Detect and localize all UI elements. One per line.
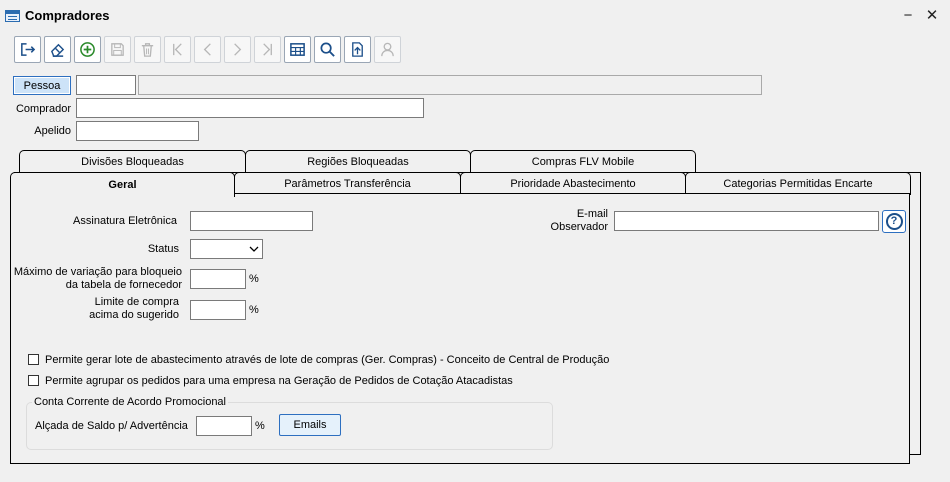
- max-variacao-label-line2: da tabela de fornecedor: [65, 279, 182, 291]
- delete-button[interactable]: [134, 36, 161, 63]
- assinatura-label: Assinatura Eletrônica: [73, 215, 177, 227]
- search-icon: [320, 42, 335, 57]
- tab-divisoes-bloqueadas[interactable]: Divisões Bloqueadas: [19, 150, 246, 173]
- tab-categorias-permitidas-encarte[interactable]: Categorias Permitidas Encarte: [685, 172, 911, 195]
- next-icon: [234, 43, 242, 56]
- grid-icon: [290, 43, 305, 56]
- add-button[interactable]: [74, 36, 101, 63]
- email-observador-input[interactable]: [614, 211, 879, 231]
- title-bar: [0, 0, 950, 32]
- max-variacao-label: Máximo de variação para bloqueio da tabe…: [10, 266, 182, 292]
- email-label-line2: Observador: [550, 221, 608, 233]
- window-title: Compradores: [25, 8, 110, 23]
- tab-prioridade-abastecimento[interactable]: Prioridade Abastecimento: [460, 172, 686, 195]
- first-record-button[interactable]: [164, 36, 191, 63]
- checkbox-agrupar-pedidos[interactable]: [28, 375, 39, 386]
- status-select[interactable]: [190, 239, 263, 259]
- alcada-input[interactable]: [196, 416, 252, 436]
- delete-icon: [141, 43, 154, 57]
- close-button[interactable]: ✕: [922, 6, 942, 26]
- help-icon: ?: [885, 213, 903, 230]
- apelido-input[interactable]: [76, 121, 199, 141]
- add-icon: [80, 42, 95, 57]
- help-button[interactable]: ?: [882, 210, 906, 233]
- tab-parametros-transferencia[interactable]: Parâmetros Transferência: [234, 172, 461, 195]
- limite-compra-percent: %: [249, 304, 259, 316]
- status-label: Status: [147, 243, 179, 255]
- limite-compra-label-line2: acima do sugerido: [89, 309, 179, 321]
- first-icon: [173, 43, 182, 56]
- last-icon: [263, 43, 272, 56]
- exit-icon: [21, 43, 36, 56]
- chevron-down-icon: [249, 246, 259, 252]
- user-icon: [381, 42, 394, 57]
- save-icon: [111, 43, 124, 56]
- eraser-icon: [51, 43, 65, 57]
- tab-compras-flv-mobile[interactable]: Compras FLV Mobile: [470, 150, 696, 173]
- app-window-icon: [5, 10, 20, 22]
- tab-regioes-bloqueadas[interactable]: Regiões Bloqueadas: [245, 150, 471, 173]
- email-observador-label: E-mail Observador: [540, 208, 608, 234]
- pessoa-code-input[interactable]: [76, 75, 136, 95]
- save-button[interactable]: [104, 36, 131, 63]
- active-tab-joint: [11, 192, 234, 195]
- last-record-button[interactable]: [254, 36, 281, 63]
- limite-compra-label-line1: Limite de compra: [94, 296, 179, 308]
- exit-button[interactable]: [14, 36, 41, 63]
- limite-compra-label: Limite de compra acima do sugerido: [10, 296, 179, 322]
- search-button[interactable]: [314, 36, 341, 63]
- minimize-button[interactable]: −: [898, 6, 918, 26]
- previous-record-button[interactable]: [194, 36, 221, 63]
- conta-corrente-group-title: Conta Corrente de Acordo Promocional: [32, 396, 228, 408]
- max-variacao-label-line1: Máximo de variação para bloqueio: [13, 266, 182, 278]
- email-label-line1: E-mail: [576, 208, 608, 220]
- max-variacao-input[interactable]: [190, 269, 246, 289]
- prev-icon: [203, 43, 211, 56]
- alcada-label: Alçada de Saldo p/ Advertência: [35, 420, 188, 432]
- pessoa-button[interactable]: Pessoa: [13, 76, 71, 95]
- apelido-label: Apelido: [34, 125, 71, 137]
- emails-button[interactable]: Emails: [279, 414, 341, 436]
- user-button[interactable]: [374, 36, 401, 63]
- next-record-button[interactable]: [224, 36, 251, 63]
- comprador-label: Comprador: [15, 103, 71, 115]
- export-icon: [352, 42, 363, 57]
- limite-compra-input[interactable]: [190, 300, 246, 320]
- checkbox-lote-abastecimento-label: Permite gerar lote de abastecimento atra…: [45, 354, 610, 366]
- comprador-input[interactable]: [76, 98, 424, 118]
- clear-button[interactable]: [44, 36, 71, 63]
- checkbox-lote-abastecimento[interactable]: [28, 354, 39, 365]
- export-button[interactable]: [344, 36, 371, 63]
- alcada-percent: %: [255, 420, 265, 432]
- checkbox-agrupar-pedidos-label: Permite agrupar os pedidos para uma empr…: [45, 375, 513, 387]
- assinatura-input[interactable]: [190, 211, 313, 231]
- pessoa-name-field: [138, 75, 762, 95]
- grid-view-button[interactable]: [284, 36, 311, 63]
- max-variacao-percent: %: [249, 273, 259, 285]
